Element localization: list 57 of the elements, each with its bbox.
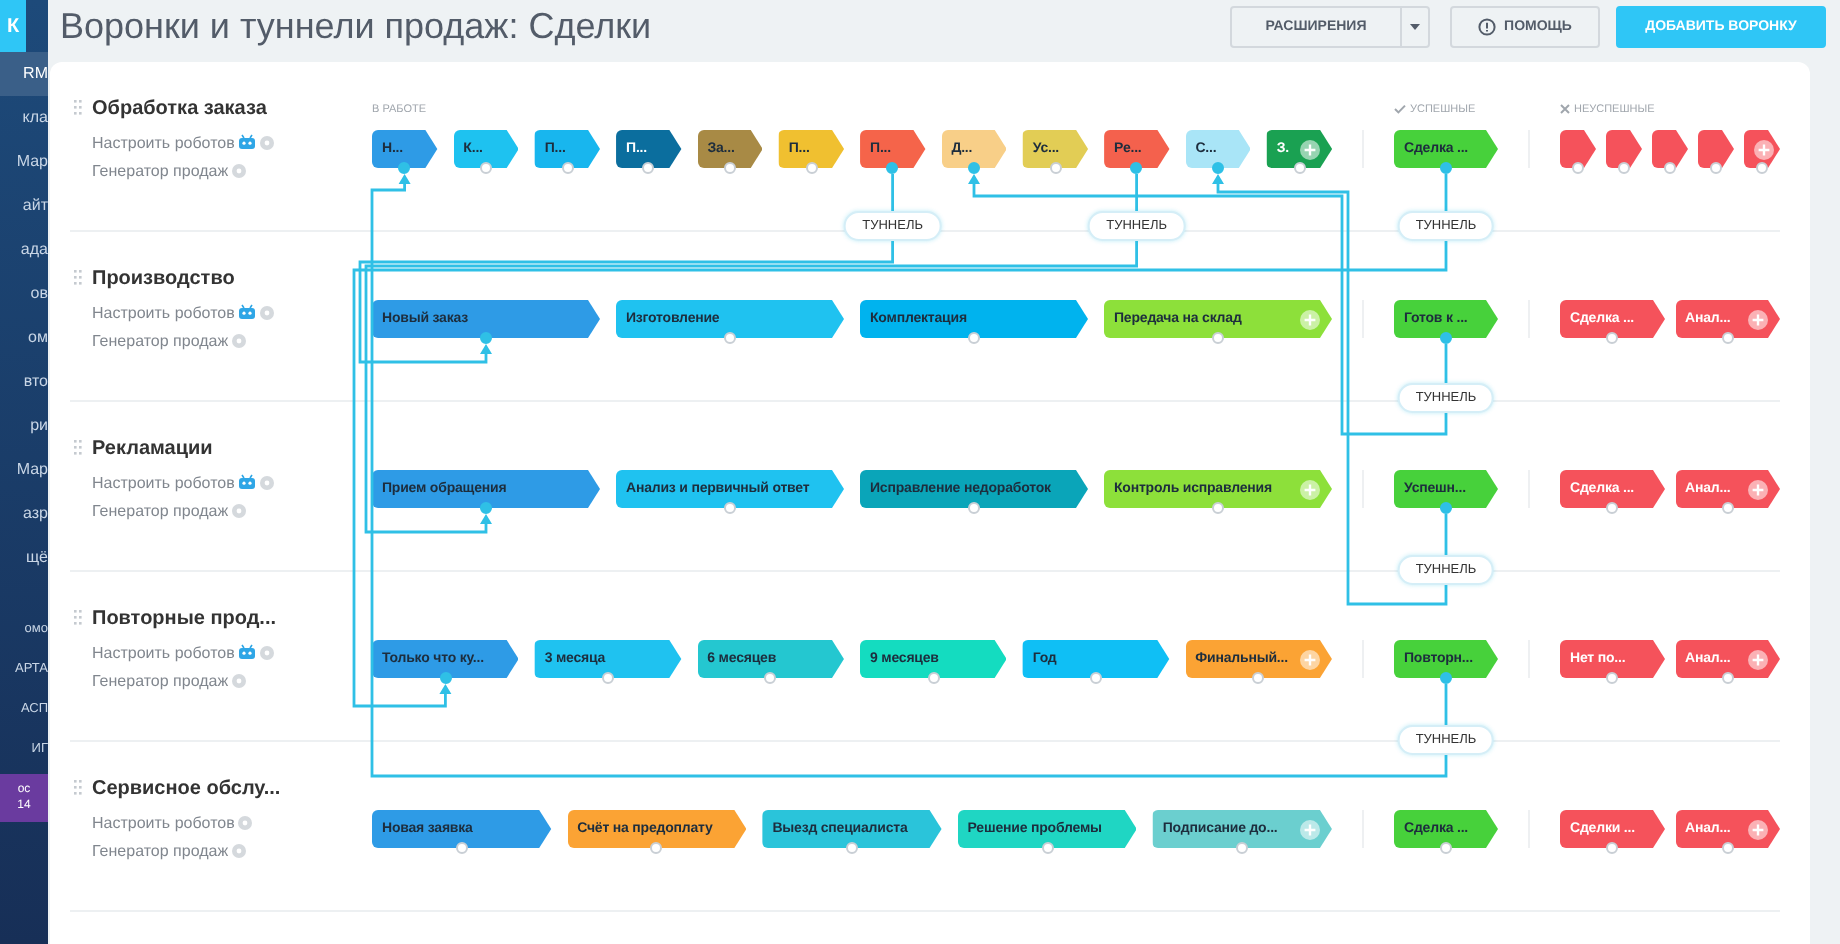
sales-generator-link[interactable]: Генератор продаж [92, 501, 229, 519]
plus-icon[interactable] [1299, 649, 1320, 669]
plus-icon[interactable] [1299, 819, 1320, 839]
plus-icon[interactable] [1300, 139, 1321, 159]
sidebar-item[interactable]: вто [0, 360, 48, 404]
plus-icon[interactable] [1748, 819, 1768, 839]
drag-handle-icon[interactable] [74, 779, 82, 797]
robots-link[interactable]: Настроить роботов [92, 473, 235, 491]
sidebar-item[interactable]: азр [0, 492, 48, 536]
robot-icon[interactable] [238, 304, 257, 320]
info-icon [1478, 17, 1497, 35]
pipeline-stage[interactable] [1744, 130, 1780, 168]
sales-generator-link[interactable]: Генератор продаж [92, 331, 229, 349]
sidebar-item[interactable]: Мар [0, 448, 48, 492]
sidebar-item[interactable]: RM [0, 52, 48, 96]
plus-icon[interactable] [1300, 309, 1320, 329]
sidebar-item[interactable]: айт [0, 184, 48, 228]
drag-handle-icon[interactable] [74, 439, 82, 457]
sidebar-item[interactable]: ом [0, 316, 48, 360]
funnel-name: Сервисное обслу... [92, 777, 281, 799]
pipeline-stage[interactable] [1652, 130, 1688, 168]
sidebar-item[interactable]: щё [0, 536, 48, 580]
plus-icon[interactable] [1754, 139, 1774, 159]
robots-link[interactable]: Настроить роботов [92, 133, 235, 151]
robot-icon[interactable] [238, 134, 257, 150]
plus-icon[interactable] [1748, 649, 1768, 669]
robots-link[interactable]: Настроить роботов [92, 643, 235, 661]
drag-handle-icon[interactable] [74, 269, 82, 287]
sidebar-item[interactable]: ри [0, 404, 48, 448]
dropdown-button[interactable] [1400, 5, 1430, 47]
plus-icon[interactable] [1300, 479, 1320, 499]
plus-icon[interactable] [1748, 309, 1768, 329]
pipeline-stage[interactable] [1560, 130, 1596, 168]
funnel-name: Повторные прод... [92, 607, 277, 629]
pipeline-stage[interactable] [1606, 130, 1642, 168]
sidebar-item[interactable]: кла [0, 96, 48, 140]
sidebar-item[interactable]: Мар [0, 140, 48, 184]
sidebar-item[interactable]: ов [0, 272, 48, 316]
drag-handle-icon[interactable] [74, 609, 82, 627]
check-icon [1394, 104, 1406, 114]
robots-link[interactable]: Настроить роботов [92, 813, 235, 831]
drag-handle-icon[interactable] [74, 99, 82, 117]
funnel-name: Производство [92, 267, 235, 289]
page-title: Воронки и туннели продаж: Сделки [60, 5, 654, 47]
funnel-name: Рекламации [92, 437, 213, 459]
funnel-name: Обработка заказа [92, 97, 267, 119]
robot-icon[interactable] [238, 474, 257, 490]
caret-icon [1410, 23, 1420, 29]
plus-icon[interactable] [1748, 479, 1768, 499]
pipeline-stage[interactable] [1698, 130, 1734, 168]
robots-link[interactable]: Настроить роботов [92, 303, 235, 321]
sales-generator-link[interactable]: Генератор продаж [92, 671, 229, 689]
sales-generator-link[interactable]: Генератор продаж [92, 161, 229, 179]
sidebar-item[interactable]: ада [0, 228, 48, 272]
cross-icon [1560, 104, 1570, 114]
sales-generator-link[interactable]: Генератор продаж [92, 841, 229, 859]
robot-icon[interactable] [238, 644, 257, 660]
